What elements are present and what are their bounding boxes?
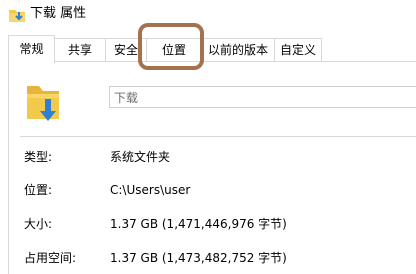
location-value: C:\Users\user [110,183,191,197]
size-label: 大小: [24,217,53,231]
tab-general[interactable]: 常规 [8,35,55,63]
location-label: 位置: [24,183,53,197]
tab-previous-versions[interactable]: 以前的版本 [201,38,275,61]
size-on-disk-label: 占用空间: [24,251,77,265]
tab-customize[interactable]: 自定义 [274,38,322,61]
tab-security[interactable]: 安全 [105,38,147,61]
properties-dialog: 下载 属性 常规 共享 安全 位置 以前的版本 自定义 类型: 系统文件夹 位置… [0,0,416,274]
size-on-disk-value: 1.37 GB (1,473,482,752 字节) [110,251,287,265]
folder-name-input[interactable] [109,86,416,108]
downloads-folder-icon [27,86,59,121]
section-separator [20,136,416,137]
size-value: 1.37 GB (1,471,446,976 字节) [110,217,287,231]
downloads-folder-icon [9,10,25,22]
tab-location[interactable]: 位置 [146,38,202,61]
type-value: 系统文件夹 [110,150,171,164]
title-bar[interactable]: 下载 属性 [0,0,416,30]
window-title: 下载 属性 [30,6,87,21]
tab-sharing[interactable]: 共享 [54,38,106,61]
type-label: 类型: [24,150,53,164]
